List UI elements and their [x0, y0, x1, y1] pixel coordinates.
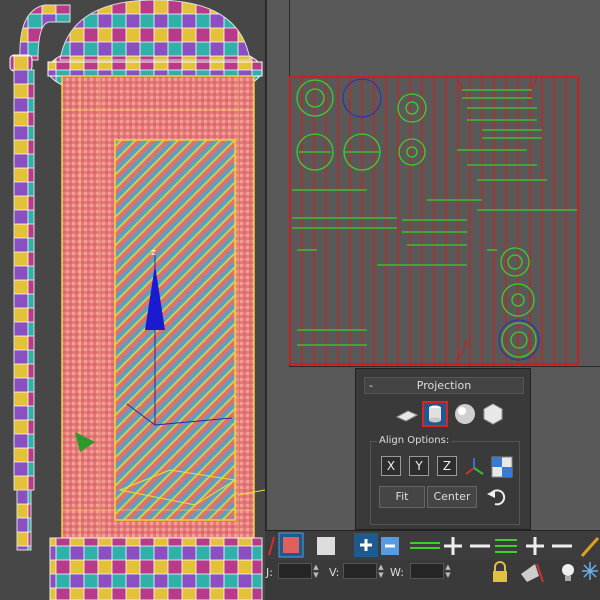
lightbulb-icon	[562, 564, 574, 581]
paint-select-button[interactable]	[519, 560, 547, 586]
v-input[interactable]	[343, 563, 377, 579]
lock-icon	[493, 561, 507, 582]
uv-layout[interactable]	[267, 0, 600, 370]
v-label: V:	[329, 566, 340, 579]
box-map-button[interactable]	[480, 401, 506, 427]
u-spinner[interactable]: ▲ ▼	[312, 563, 320, 579]
align-to-view-button[interactable]	[491, 456, 513, 478]
light-button[interactable]	[559, 560, 577, 586]
snowflake-icon	[582, 562, 598, 580]
cylindrical-map-button[interactable]	[422, 401, 448, 427]
align-to-normal-button[interactable]	[463, 456, 485, 478]
planar-map-icon	[395, 410, 419, 422]
cylindrical-map-icon	[429, 405, 441, 423]
align-x-button[interactable]: X	[381, 456, 401, 476]
toolbar-icons	[268, 532, 600, 558]
u-label: J:	[266, 566, 273, 579]
snowflake-button[interactable]	[581, 560, 599, 586]
fit-button[interactable]: Fit	[379, 486, 425, 508]
u-input[interactable]	[278, 563, 312, 579]
align-view-icon	[491, 456, 513, 478]
v-spinner[interactable]: ▲ ▼	[377, 563, 385, 579]
extinguisher-mesh	[9, 0, 265, 600]
projection-title: Projection	[416, 379, 472, 392]
w-spinner[interactable]: ▲ ▼	[444, 563, 452, 579]
projection-panel: - Projection Align Options: X Y Z Fit Ce…	[355, 368, 531, 530]
align-z-button[interactable]: Z	[437, 456, 457, 476]
uv-status-bar: J: ▲ ▼ V: ▲ ▼ W: ▲ ▼	[265, 560, 600, 600]
planar-map-button[interactable]	[394, 401, 420, 427]
w-label: W:	[390, 566, 404, 579]
projection-rollout-header[interactable]: - Projection	[364, 377, 524, 394]
align-options-group: Align Options: X Y Z Fit Center	[370, 435, 520, 525]
w-input[interactable]	[410, 563, 444, 579]
reset-button[interactable]	[485, 486, 509, 508]
spherical-map-button[interactable]	[452, 401, 478, 427]
align-options-label: Align Options:	[377, 435, 452, 446]
box-map-icon	[483, 403, 503, 425]
axis-tripod-icon	[465, 458, 484, 475]
spherical-map-icon	[455, 404, 475, 424]
perspective-viewport[interactable]: z	[0, 0, 265, 600]
align-y-button[interactable]: Y	[409, 456, 429, 476]
uv-toolbar	[265, 530, 600, 561]
center-button[interactable]: Center	[427, 486, 477, 508]
lock-button[interactable]	[489, 560, 511, 586]
reset-arrow-icon	[487, 489, 506, 506]
gizmo-z-label: z	[151, 248, 156, 258]
paint-brush-icon	[521, 563, 544, 583]
